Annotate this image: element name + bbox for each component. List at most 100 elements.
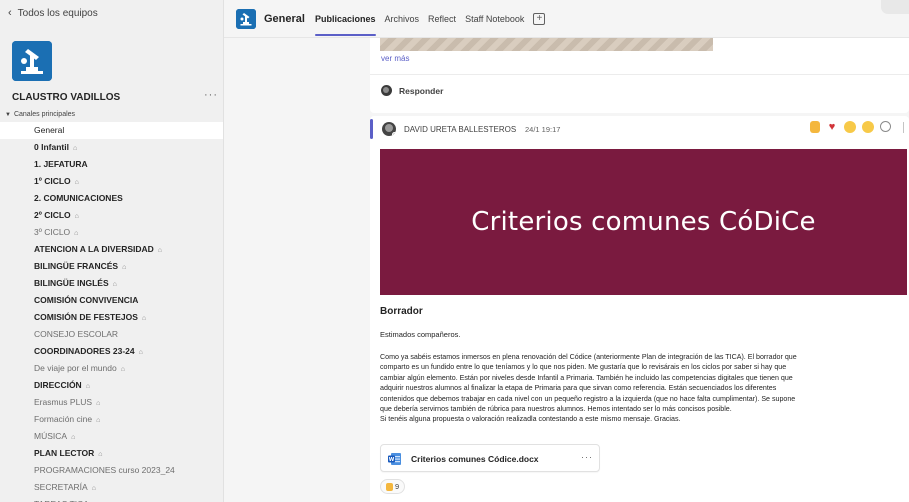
see-more-link[interactable]: ver más (381, 54, 409, 63)
reaction-picker: ♥ (810, 121, 891, 133)
channel-label: COMISIÓN DE FESTEJOS (34, 312, 138, 322)
channel-label: 1º CICLO (34, 176, 71, 186)
laugh-reaction-icon[interactable] (844, 121, 856, 133)
channel-item[interactable]: General (0, 122, 223, 139)
presence-icon (392, 132, 396, 136)
channel-item[interactable]: COMISIÓN CONVIVENCIA (0, 292, 223, 309)
channel-label: Erasmus PLUS (34, 397, 93, 407)
channel-label: DIRECCIÓN (34, 380, 82, 390)
team-logo-icon[interactable] (12, 41, 52, 81)
channel-label: BILINGÜE FRANCÉS (34, 261, 119, 271)
channel-item[interactable]: 3º CICLO ⌂ (0, 224, 223, 241)
team-more-options-icon[interactable]: ··· (204, 89, 218, 101)
channel-label: BILINGÜE INGLÉS (34, 278, 109, 288)
tab-publicaciones[interactable]: Publicaciones (315, 0, 376, 38)
private-channel-icon: ⌂ (157, 247, 163, 254)
channel-item[interactable]: 1º CICLO ⌂ (0, 173, 223, 190)
divider (903, 122, 904, 133)
post-body-line: cambiar algún elemento. Están por nivele… (380, 373, 793, 382)
private-channel-icon: ⌂ (112, 281, 117, 288)
channel-item[interactable]: PLAN LECTOR ⌂ (0, 445, 223, 462)
like-reaction-icon[interactable] (810, 121, 820, 133)
channels-section-toggle[interactable]: ▼ Canales principales (5, 111, 75, 118)
author-avatar[interactable] (382, 122, 396, 136)
private-channel-icon: ⌂ (74, 213, 79, 220)
avatar (381, 85, 392, 96)
add-tab-icon[interactable]: + (533, 13, 546, 25)
reply-button[interactable]: Responder (399, 86, 443, 96)
post-body-line: que debería servirnos también de rúbrica… (380, 405, 732, 414)
post-body-line: adquirir nuestros alumnos al finalizar l… (380, 384, 777, 393)
channel-label: De viaje por el mundo (34, 363, 117, 373)
posts-feed: ver más Responder DAVID URETA BALLESTERO… (367, 38, 909, 502)
private-channel-icon: ⌂ (141, 315, 147, 322)
post-body-line: contenidos que debemos trabajar en cada … (380, 394, 796, 403)
channel-label: SECRETARÍA (34, 482, 88, 492)
tab-reflect[interactable]: Reflect (428, 0, 456, 38)
private-channel-icon: ⌂ (74, 230, 79, 237)
attachment-more-options-icon[interactable]: ··· (581, 452, 593, 462)
channel-label: COMISIÓN CONVIVENCIA (34, 295, 139, 305)
chevron-left-icon: ‹ (8, 7, 12, 19)
post-timestamp: 24/1 19:17 (525, 125, 561, 134)
channel-item[interactable]: ATENCION A LA DIVERSIDAD ⌂ (0, 241, 223, 258)
private-channel-icon: ⌂ (96, 400, 101, 407)
channel-item[interactable]: 2º CICLO ⌂ (0, 207, 223, 224)
channel-label: 0 Infantil (34, 142, 69, 152)
section-label: Canales principales (13, 111, 76, 118)
post-image[interactable] (380, 38, 713, 51)
tab-list: Publicaciones Archivos Reflect Staff Notebo… (315, 0, 546, 38)
channel-label: PROGRAMACIONES curso 2023_24 (34, 465, 175, 475)
channel-item[interactable]: Formación cine ⌂ (0, 411, 223, 428)
svg-text:W: W (389, 457, 395, 463)
channel-item[interactable]: COORDINADORES 23-24 ⌂ (0, 343, 223, 360)
post: DAVID URETA BALLESTEROS 24/1 19:17 ♥ Cri… (370, 116, 909, 502)
tab-archivos[interactable]: Archivos (385, 0, 420, 38)
channel-item[interactable]: 0 Infantil ⌂ (0, 139, 223, 156)
private-channel-icon: ⌂ (96, 417, 101, 424)
channel-team-icon (236, 9, 256, 29)
post-body: Como ya sabéis estamos inmersos en plena… (380, 352, 904, 425)
author-name[interactable]: DAVID URETA BALLESTEROS (404, 125, 516, 134)
channel-item[interactable]: COMISIÓN DE FESTEJOS ⌂ (0, 309, 223, 326)
word-document-icon: W (388, 453, 401, 465)
channel-item[interactable]: CONSEJO ESCOLAR (0, 326, 223, 343)
private-channel-icon: ⌂ (98, 451, 103, 458)
channel-label: CONSEJO ESCOLAR (34, 329, 119, 339)
surprised-reaction-icon[interactable] (862, 121, 874, 133)
like-reaction-count[interactable]: 9 (380, 479, 406, 494)
channel-item[interactable]: MÚSICA ⌂ (0, 428, 223, 445)
banner-title: Criterios comunes CóDiCe (471, 207, 816, 237)
private-channel-icon: ⌂ (91, 485, 96, 492)
gutter (224, 0, 367, 502)
private-channel-icon: ⌂ (138, 349, 143, 356)
add-reaction-icon[interactable] (880, 121, 891, 132)
caret-down-icon: ▼ (5, 111, 11, 118)
attachment-card[interactable]: W Criterios comunes Códice.docx ··· (380, 444, 600, 472)
attachment-name: Criterios comunes Códice.docx (411, 454, 539, 464)
post-body-line: Como ya sabéis estamos inmersos en plena… (380, 353, 797, 361)
post-body-line: Si tenéis alguna propuesta o valoración … (380, 415, 681, 424)
channel-item[interactable]: De viaje por el mundo ⌂ (0, 360, 223, 377)
channel-item[interactable]: TAREAS TICA (0, 496, 223, 502)
channel-item[interactable]: BILINGÜE FRANCÉS ⌂ (0, 258, 223, 275)
post-body-line: comparto es un fundido entre lo que tení… (380, 363, 787, 372)
channel-label: ATENCION A LA DIVERSIDAD (34, 244, 154, 254)
channel-item[interactable]: 1. JEFATURA (0, 156, 223, 173)
post-subject: Borrador (380, 306, 423, 317)
channel-title: General (264, 13, 305, 25)
channel-item[interactable]: Erasmus PLUS ⌂ (0, 394, 223, 411)
channel-item[interactable]: DIRECCIÓN ⌂ (0, 377, 223, 394)
previous-post: ver más Responder (370, 38, 909, 113)
channel-list: General 0 Infantil ⌂ 1. JEFATURA 1º CICLO ⌂ 2.… (0, 122, 223, 502)
channel-header: General Publicaciones Archivos Reflect Staf… (224, 0, 909, 38)
post-banner: Criterios comunes CóDiCe (380, 149, 907, 295)
channel-item[interactable]: SECRETARÍA ⌂ (0, 479, 223, 496)
channel-item[interactable]: 2. COMUNICACIONES (0, 190, 223, 207)
channel-label: Formación cine (34, 414, 93, 424)
channel-item[interactable]: PROGRAMACIONES curso 2023_24 (0, 462, 223, 479)
heart-reaction-icon[interactable]: ♥ (826, 121, 838, 133)
all-teams-link[interactable]: ‹ Todos los equipos (8, 7, 98, 19)
tab-staff-notebook[interactable]: Staff Notebook (465, 0, 524, 38)
channel-item[interactable]: BILINGÜE INGLÉS ⌂ (0, 275, 223, 292)
